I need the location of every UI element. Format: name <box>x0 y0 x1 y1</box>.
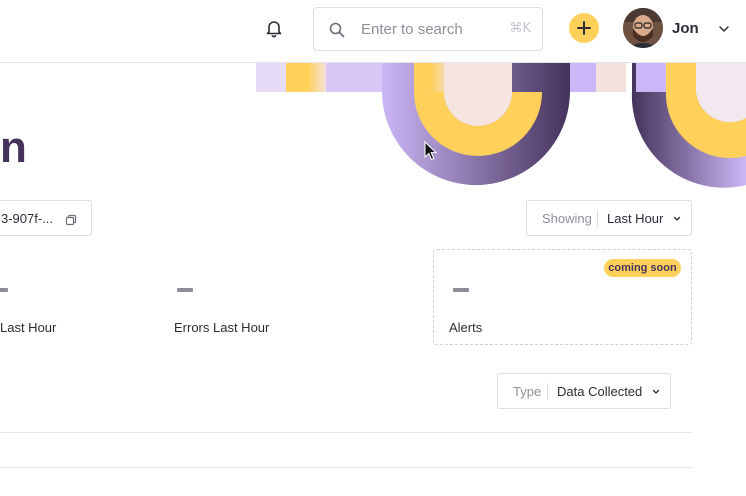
divider <box>597 210 598 227</box>
type-dropdown[interactable]: Type Data Collected <box>497 373 671 409</box>
time-range-value: Last Hour <box>607 211 664 226</box>
type-label: Type <box>513 384 542 399</box>
search-input[interactable] <box>361 18 501 40</box>
stat-label: Alerts <box>449 320 483 335</box>
bell-icon[interactable] <box>263 17 285 39</box>
divider <box>547 383 548 400</box>
avatar[interactable] <box>623 8 663 48</box>
chevron-down-icon <box>673 216 681 221</box>
time-range-label: Showing <box>542 211 592 226</box>
decorative-wave-banner <box>256 63 746 188</box>
mouse-cursor-icon <box>424 140 438 161</box>
stat-label: Last Hour <box>0 320 57 335</box>
copy-icon[interactable] <box>65 213 77 226</box>
user-name[interactable]: Jon <box>672 20 699 37</box>
search-shortcut-hint: ⌘K <box>509 21 531 36</box>
page-title: n <box>0 123 27 172</box>
stat-label: Errors Last Hour <box>174 320 270 335</box>
chevron-down-icon <box>652 389 660 394</box>
resource-id-chip: 3-907f-... <box>0 200 92 236</box>
divider <box>0 432 692 433</box>
type-value: Data Collected <box>557 384 643 399</box>
search-icon <box>328 21 346 39</box>
add-button[interactable] <box>569 13 599 43</box>
coming-soon-badge: coming soon <box>604 259 681 277</box>
plus-icon <box>577 21 591 35</box>
time-range-dropdown[interactable]: Showing Last Hour <box>526 200 692 236</box>
divider <box>0 467 692 468</box>
alerts-card: coming soon Alerts <box>433 249 692 345</box>
search-box[interactable]: ⌘K <box>313 7 543 51</box>
stat-value-placeholder <box>0 288 8 292</box>
stat-value-placeholder <box>177 288 193 292</box>
chevron-down-icon[interactable] <box>718 22 730 34</box>
resource-id-value: 3-907f-... <box>1 211 54 226</box>
stat-value-placeholder <box>453 288 469 292</box>
